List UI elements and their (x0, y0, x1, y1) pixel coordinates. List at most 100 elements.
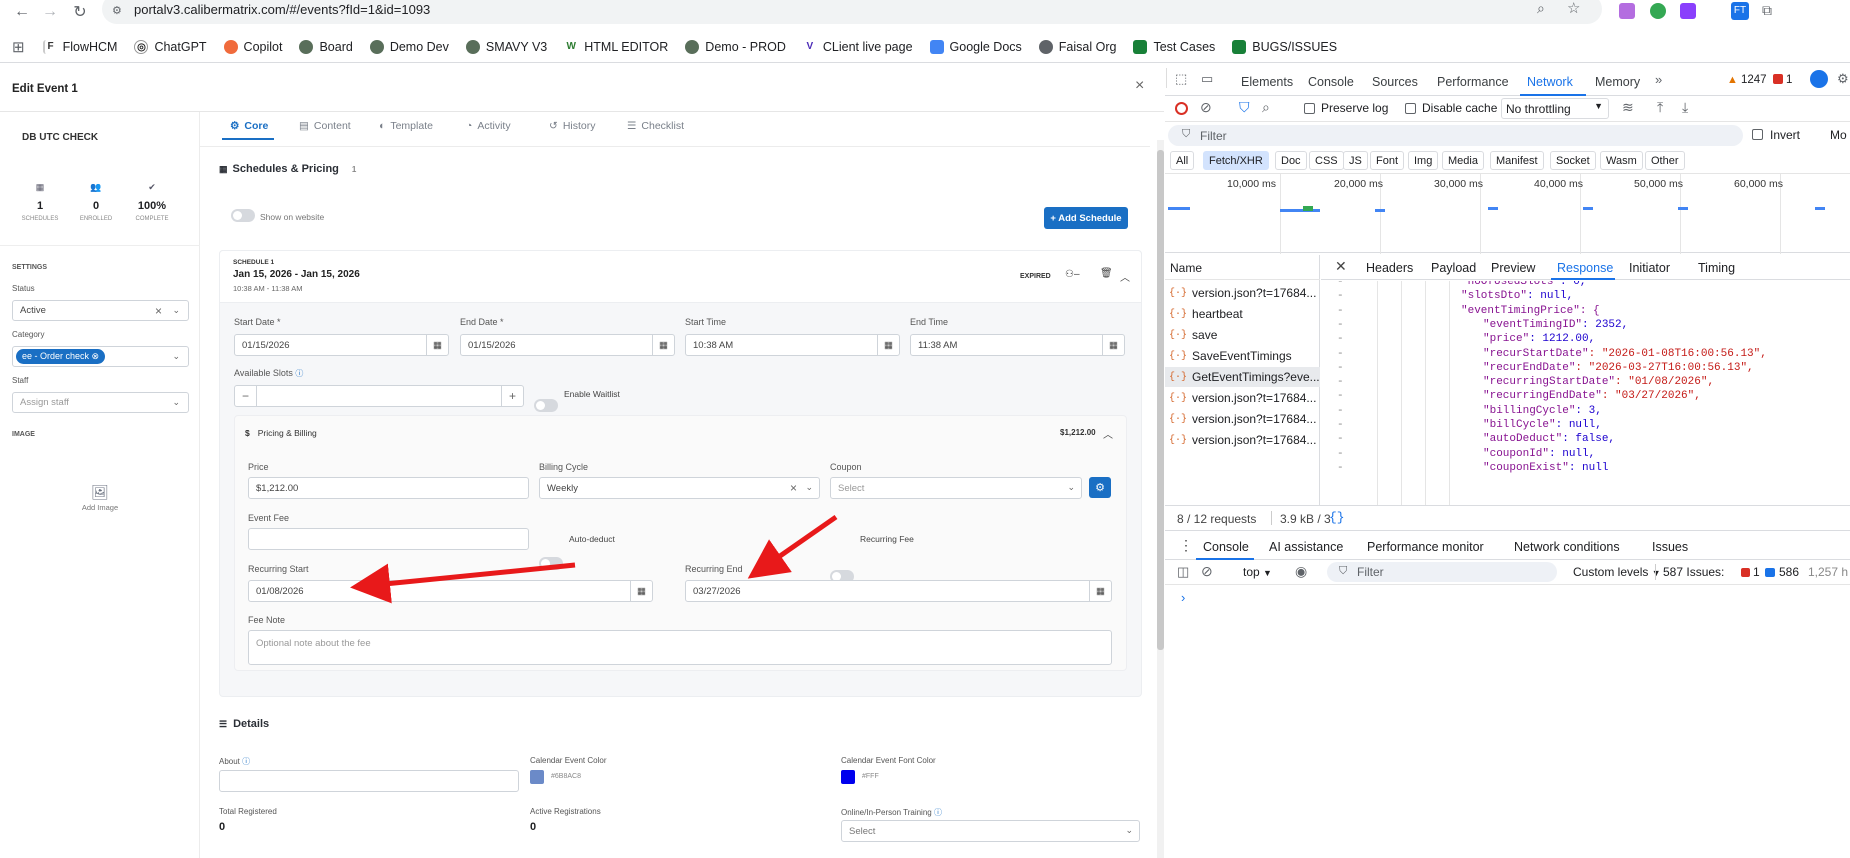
devtools-tab-elements[interactable]: Elements (1241, 75, 1293, 89)
recurring-start-input[interactable]: 01/08/2026 ▦ (248, 580, 653, 602)
fee-note-textarea[interactable]: Optional note about the fee (248, 630, 1112, 665)
request-row[interactable]: {·} version.json?t=17684... (1169, 391, 1316, 405)
bookmark-item[interactable]: F FlowHCM (42, 39, 117, 54)
calendar-icon[interactable]: ▦ (426, 335, 448, 355)
start-time-input[interactable]: 10:38 AM ▦ (685, 334, 900, 356)
slots-stepper[interactable]: − + (234, 385, 524, 407)
end-time-input[interactable]: 11:38 AM ▦ (910, 334, 1125, 356)
detail-tab-initiator[interactable]: Initiator (1629, 261, 1670, 275)
show-on-website-toggle[interactable] (231, 209, 255, 222)
start-date-input[interactable]: 01/15/2026 ▦ (234, 334, 449, 356)
calendar-color-swatch[interactable] (530, 770, 544, 784)
apps-icon[interactable]: ⊞ (12, 38, 25, 56)
disable-cache-checkbox[interactable] (1405, 103, 1416, 114)
devtools-tab-console[interactable]: Console (1308, 75, 1354, 89)
request-row[interactable]: {·} version.json?t=17684... (1169, 433, 1316, 447)
extension-icon[interactable] (1680, 3, 1696, 19)
tab-template[interactable]: ◐ Template (379, 120, 433, 132)
request-row[interactable]: {·} version.json?t=17684... (1169, 286, 1316, 300)
staff-select[interactable]: Assign staff ⌄ (12, 392, 189, 413)
tab-history[interactable]: ↺ History (549, 120, 595, 132)
console-prompt-icon[interactable]: › (1181, 590, 1185, 605)
bookmark-item[interactable]: Demo Dev (369, 39, 449, 54)
devtools-tab-memory[interactable]: Memory (1595, 75, 1640, 89)
record-icon[interactable] (1175, 102, 1188, 115)
tab-core[interactable]: ⚙ Core (230, 120, 268, 132)
request-row[interactable]: {·} SaveEventTimings (1169, 349, 1292, 363)
drawer-tab-performance-monitor[interactable]: Performance monitor (1367, 540, 1484, 554)
search-icon[interactable]: ⌕ (1262, 99, 1270, 116)
type-filter-manifest[interactable]: Manifest (1490, 151, 1544, 170)
context-select[interactable]: top ▼ (1243, 565, 1272, 579)
pricing-header[interactable]: $ Pricing & Billing (245, 428, 317, 438)
gear-icon[interactable]: ⚙ (1837, 71, 1849, 87)
request-row[interactable]: {·} version.json?t=17684... (1169, 412, 1316, 426)
add-image-button[interactable]: 🖼 Add Image (70, 484, 130, 512)
recurring-end-input[interactable]: 03/27/2026 ▦ (685, 580, 1112, 602)
clear-console-icon[interactable]: ⊘ (1201, 563, 1213, 580)
type-filter-all[interactable]: All (1170, 151, 1195, 170)
devtools-tab-performance[interactable]: Performance (1437, 75, 1509, 89)
clear-icon[interactable]: × (790, 481, 797, 495)
billing-cycle-select[interactable]: Weekly × ⌄ (539, 477, 820, 499)
bookmark-item[interactable]: V CLient live page (802, 39, 913, 54)
issues-label[interactable]: 587 Issues: (1663, 565, 1724, 579)
preserve-log-checkbox[interactable] (1304, 103, 1315, 114)
reload-icon[interactable]: ↻ (70, 2, 90, 22)
console-filter-input[interactable]: ⛉ Filter (1327, 562, 1557, 582)
address-bar[interactable]: ⚙ portalv3.calibermatrix.com/#/events?fI… (102, 0, 1602, 24)
scrollbar[interactable] (1157, 140, 1164, 858)
add-schedule-button[interactable]: + Add Schedule (1044, 207, 1128, 229)
category-select[interactable]: ee - Order check ⊗ ⌄ (12, 346, 189, 367)
minus-icon[interactable]: − (235, 386, 257, 406)
coupon-select[interactable]: Select ⌄ (830, 477, 1082, 499)
response-body[interactable]: - "noOfUsedSlots": 0, - "slotsDto": null, - "… (1321, 281, 1850, 505)
bookmark-item[interactable]: Test Cases (1133, 39, 1215, 54)
forward-icon[interactable]: → (40, 2, 60, 22)
type-filter-img[interactable]: Img (1408, 151, 1439, 170)
bookmark-item[interactable]: Demo - PROD (685, 39, 786, 54)
clear-icon[interactable]: × (155, 304, 162, 318)
end-date-input[interactable]: 01/15/2026 ▦ (460, 334, 675, 356)
devtools-tab-sources[interactable]: Sources (1372, 75, 1418, 89)
request-row-selected[interactable]: {·} GetEventTimings?eve... (1169, 370, 1320, 384)
type-filter-other[interactable]: Other (1645, 151, 1685, 170)
tab-checklist[interactable]: ☰ Checklist (627, 120, 684, 132)
kebab-menu-icon[interactable]: ⋮ (1179, 537, 1193, 554)
network-conditions-icon[interactable]: ≋ (1622, 99, 1634, 116)
chevron-up-icon[interactable]: ︿ (1120, 269, 1130, 284)
type-filter-wasm[interactable]: Wasm (1600, 151, 1643, 170)
scrollbar-thumb[interactable] (1157, 150, 1164, 650)
detail-tab-response[interactable]: Response (1557, 261, 1613, 275)
type-filter-doc[interactable]: Doc (1275, 151, 1307, 170)
calendar-icon[interactable]: ▦ (1102, 335, 1124, 355)
levels-select[interactable]: Custom levels ▼ (1573, 565, 1661, 579)
drawer-tab-console[interactable]: Console (1203, 540, 1249, 554)
puzzle-icon[interactable]: ⧉ (1762, 2, 1772, 19)
back-icon[interactable]: ← (12, 2, 32, 22)
extension-icon[interactable] (1619, 3, 1635, 19)
bookmark-item[interactable]: Board (299, 39, 353, 54)
detail-tab-payload[interactable]: Payload (1431, 261, 1476, 275)
status-select[interactable]: Active × ⌄ (12, 300, 189, 321)
eye-icon[interactable]: ◉ (1295, 563, 1307, 580)
upload-icon[interactable]: ⤒ (1657, 99, 1663, 116)
calendar-icon[interactable]: ▦ (1089, 581, 1111, 601)
detail-tab-preview[interactable]: Preview (1491, 261, 1535, 275)
network-overview[interactable]: 10,000 ms 20,000 ms 30,000 ms 40,000 ms … (1165, 173, 1850, 254)
type-filter-css[interactable]: CSS (1309, 151, 1344, 170)
inspect-icon[interactable]: ⬚ (1175, 71, 1187, 87)
drawer-tab-network-conditions[interactable]: Network conditions (1514, 540, 1620, 554)
training-select[interactable]: Select ⌄ (841, 820, 1140, 842)
auto-deduct-toggle[interactable] (539, 557, 563, 570)
type-filter-socket[interactable]: Socket (1550, 151, 1596, 170)
calendar-icon[interactable]: ▦ (877, 335, 899, 355)
device-icon[interactable]: ▭ (1201, 71, 1213, 87)
about-input[interactable] (219, 770, 519, 792)
type-filter-media[interactable]: Media (1442, 151, 1484, 170)
font-color-swatch[interactable] (841, 770, 855, 784)
bookmark-item[interactable]: Google Docs (929, 39, 1022, 54)
invert-checkbox[interactable] (1752, 129, 1763, 140)
calendar-icon[interactable]: ▦ (652, 335, 674, 355)
name-column-header[interactable]: Name (1170, 261, 1202, 275)
